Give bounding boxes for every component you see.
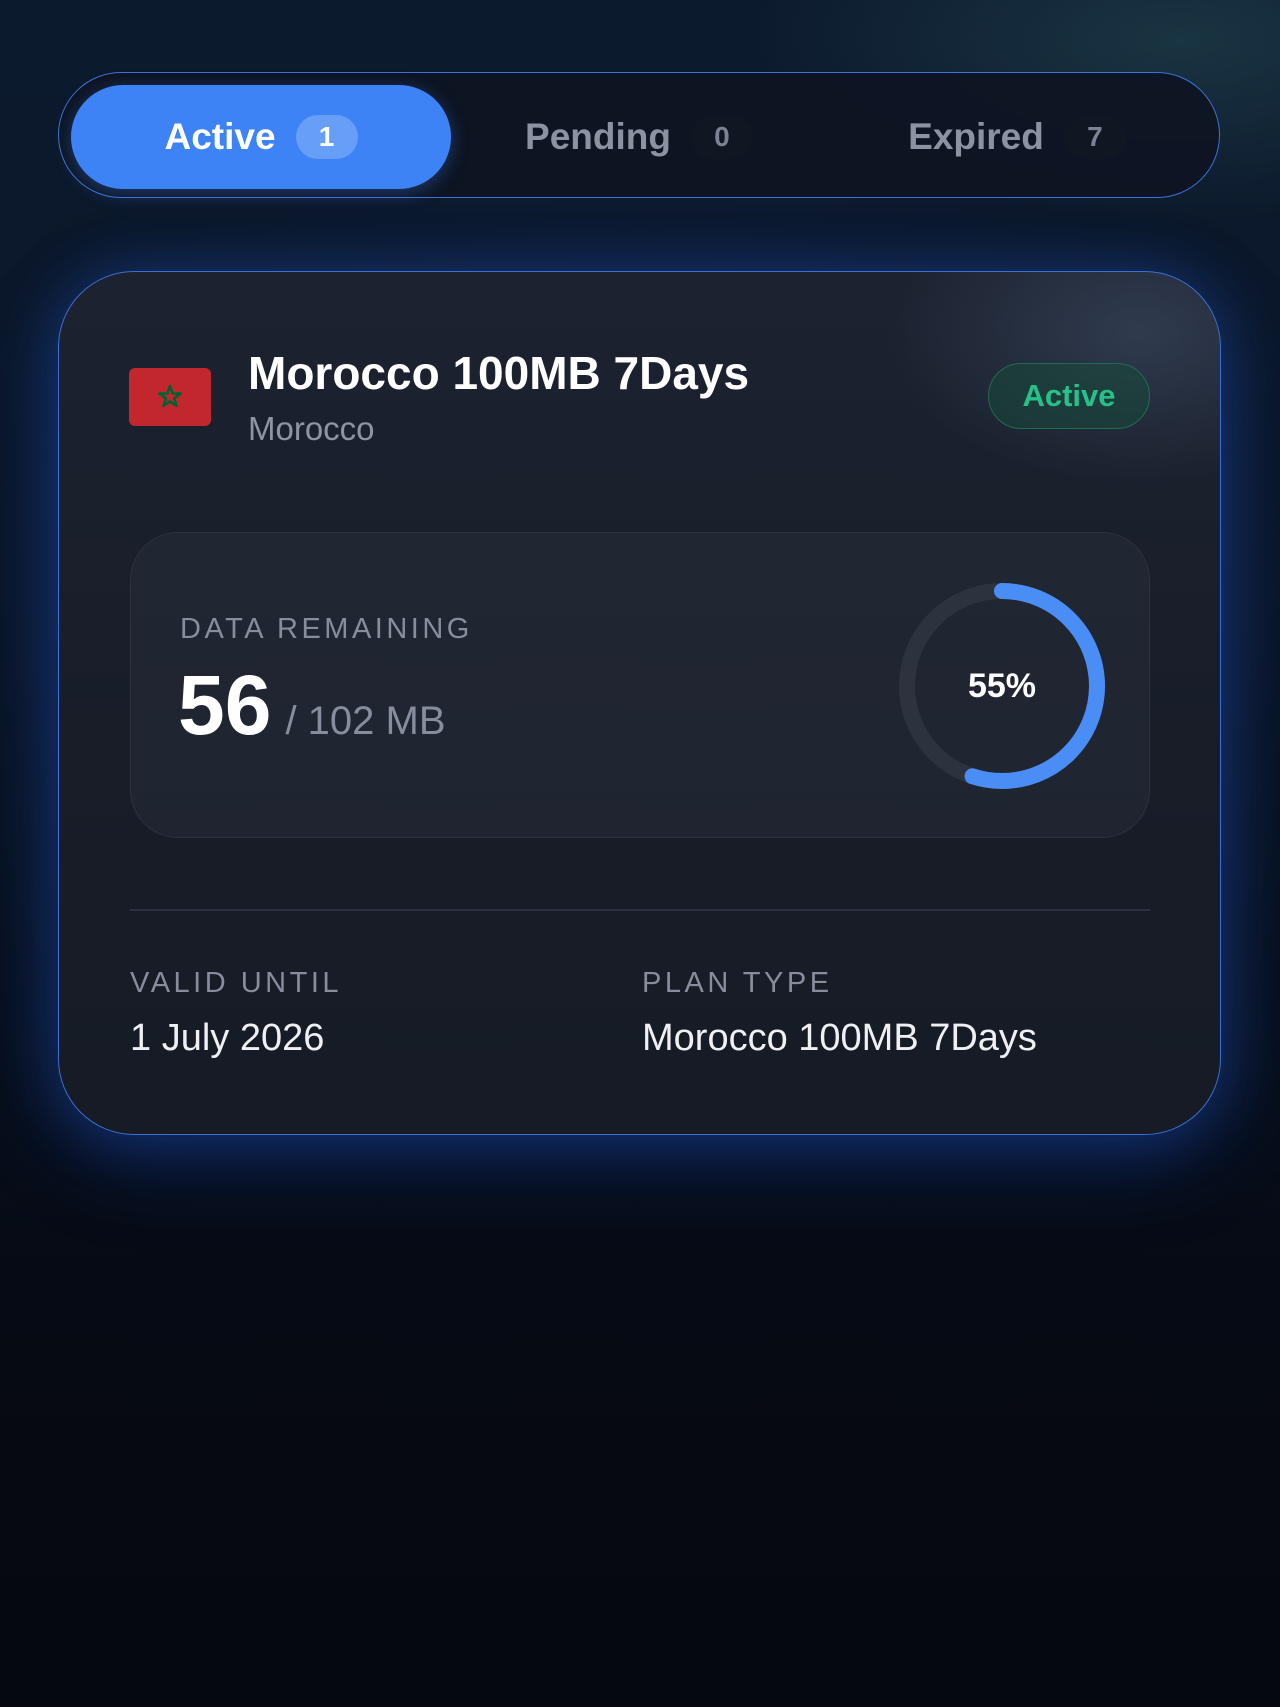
data-remaining-label: DATA REMAINING (180, 613, 473, 645)
usage-percent-label: 55% (967, 666, 1037, 705)
tab-active-label: Active (164, 116, 276, 157)
tab-active[interactable]: Active 1 (71, 85, 451, 189)
plan-country: Morocco (248, 410, 375, 447)
plan-type-value: Morocco 100MB 7Days (642, 1017, 1037, 1059)
esim-plan-card[interactable]: Morocco 100MB 7Days Morocco Active DATA … (58, 271, 1221, 1135)
data-usage-panel: DATA REMAINING 56 / 102 MB 55% (130, 532, 1150, 838)
divider (130, 909, 1150, 911)
morocco-flag-icon (129, 368, 211, 426)
valid-until-label: VALID UNTIL (130, 967, 343, 999)
plan-title: Morocco 100MB 7Days (248, 347, 750, 399)
tab-expired[interactable]: Expired 7 (827, 85, 1207, 189)
green-star-icon (158, 384, 182, 408)
data-remaining-amount: 56 (178, 658, 272, 752)
tab-active-count-badge: 1 (295, 115, 358, 159)
data-total-amount: / 102 MB (285, 699, 446, 743)
data-remaining-value: 56 / 102 MB (178, 663, 446, 747)
plan-status-tabs: Active 1 Pending 0 Expired 7 (58, 72, 1220, 198)
tab-expired-label: Expired (908, 116, 1044, 157)
plan-type-label: PLAN TYPE (642, 967, 833, 999)
tab-pending-count-badge: 0 (690, 115, 753, 159)
tab-expired-count-badge: 7 (1063, 115, 1126, 159)
tab-pending-label: Pending (525, 116, 671, 157)
tab-pending[interactable]: Pending 0 (449, 85, 829, 189)
usage-progress-ring: 55% (896, 580, 1108, 792)
status-badge: Active (988, 363, 1150, 429)
valid-until-value: 1 July 2026 (130, 1017, 325, 1059)
